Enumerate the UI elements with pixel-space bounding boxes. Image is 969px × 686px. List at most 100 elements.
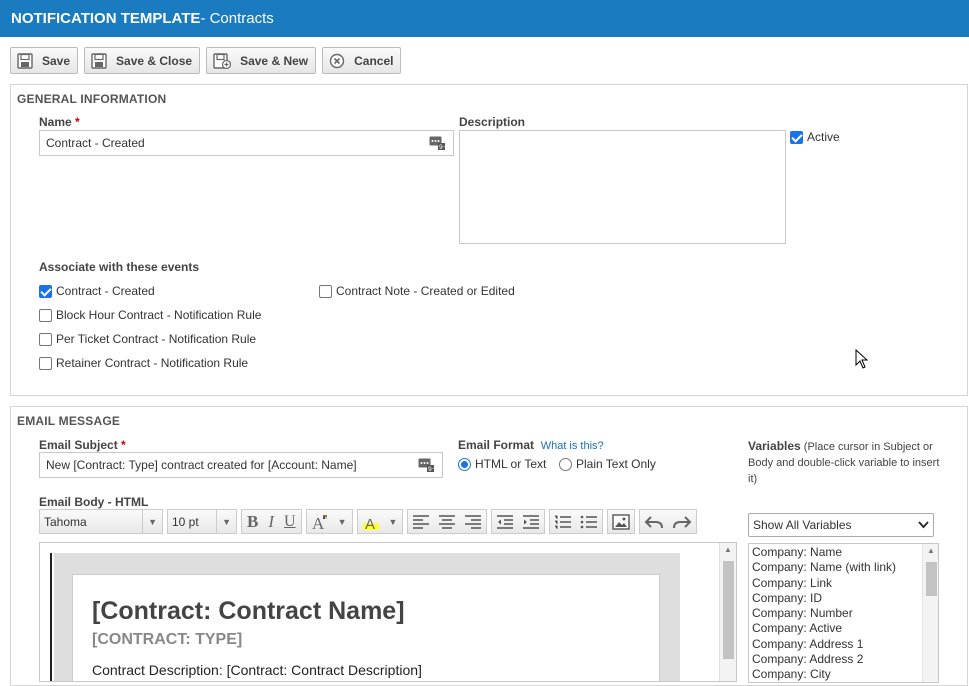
checkbox[interactable] [39, 284, 52, 298]
body-subheading: [CONTRACT: TYPE] [92, 631, 243, 648]
checkbox[interactable] [39, 332, 52, 346]
highlight-icon[interactable]: A [358, 510, 384, 533]
variables-filter-value: Show All Variables [753, 518, 852, 532]
action-toolbar: Save Save & Close Save & New Cancel [10, 47, 402, 74]
active-checkbox[interactable]: Active [790, 130, 840, 144]
chevron-down-icon: ▼ [142, 510, 162, 533]
redo-icon[interactable] [668, 510, 696, 533]
highlight-color-dropdown[interactable]: A ▼ [356, 509, 404, 534]
required-mark: * [121, 438, 126, 452]
description-textarea[interactable] [459, 130, 786, 244]
font-color-icon[interactable]: A [307, 510, 333, 533]
what-is-this-link[interactable]: What is this? [541, 440, 604, 452]
cancel-button[interactable]: Cancel [322, 47, 402, 74]
variable-item[interactable]: Company: ID [749, 591, 938, 606]
name-label: Name * [39, 115, 80, 129]
align-left-icon[interactable] [408, 510, 434, 533]
variables-filter-select[interactable]: Show All Variables [748, 513, 934, 537]
name-input[interactable]: Contract - Created 9+ [39, 130, 454, 156]
editor-content[interactable]: [Contract: Contract Name] [CONTRACT: TYP… [72, 574, 660, 681]
underline-icon[interactable]: U [279, 510, 301, 533]
general-information-section: GENERAL INFORMATION Name * Contract - Cr… [10, 84, 968, 396]
floppy-disk-icon [91, 52, 107, 69]
radio[interactable] [559, 457, 572, 471]
active-label: Active [807, 130, 840, 144]
subject-label-text: Email Subject [39, 438, 118, 452]
variables-label: Variables (Place cursor in Subject or Bo… [748, 438, 948, 487]
variable-picker-icon[interactable]: 9+ [429, 136, 448, 153]
body-heading: [Contract: Contract Name] [92, 597, 405, 625]
variable-item[interactable]: Company: City [749, 667, 938, 682]
format-radio-plain[interactable]: Plain Text Only [559, 457, 656, 471]
bulleted-list-icon[interactable] [576, 510, 602, 533]
active-checkbox-box[interactable] [790, 130, 803, 144]
variables-items: Company: Name Company: Name (with link) … [749, 544, 938, 682]
alignment-group [407, 509, 488, 534]
align-right-icon[interactable] [460, 510, 486, 533]
radio-label: HTML or Text [475, 457, 547, 471]
page-title: NOTIFICATION TEMPLATE [11, 10, 201, 27]
editor-scrollbar[interactable]: ▲ [719, 543, 736, 681]
font-family-dropdown[interactable]: Tahoma ▼ [39, 509, 163, 534]
variable-item[interactable]: Company: Link [749, 576, 938, 591]
numbered-list-icon[interactable] [550, 510, 576, 533]
align-center-icon[interactable] [434, 510, 460, 533]
bold-icon[interactable]: B [242, 510, 263, 533]
scroll-thumb[interactable] [723, 561, 734, 659]
email-body-editor[interactable]: [Contract: Contract Name] [CONTRACT: TYP… [39, 542, 737, 682]
svg-text:9+: 9+ [439, 144, 445, 150]
font-family-value: Tahoma [44, 514, 87, 529]
description-label: Description [459, 115, 526, 129]
variable-item[interactable]: Company: Address 1 [749, 637, 938, 652]
variable-item[interactable]: Company: Address 2 [749, 652, 938, 667]
variable-item[interactable]: Company: Active [749, 621, 938, 636]
variable-item[interactable]: Company: Name (with link) [749, 560, 938, 575]
save-close-button[interactable]: Save & Close [84, 47, 201, 74]
section-title: GENERAL INFORMATION [17, 92, 167, 106]
font-size-dropdown[interactable]: 10 pt ▼ [167, 509, 237, 534]
italic-icon[interactable]: I [263, 510, 279, 533]
radio-label: Plain Text Only [576, 457, 656, 471]
scroll-up-arrow-icon[interactable]: ▲ [927, 546, 935, 555]
undo-icon[interactable] [640, 510, 668, 533]
checkbox[interactable] [319, 284, 332, 298]
scroll-thumb[interactable] [926, 562, 937, 596]
event-checkbox-retainer[interactable]: Retainer Contract - Notification Rule [39, 356, 248, 370]
svg-text:9+: 9+ [428, 466, 434, 472]
image-group [607, 509, 636, 534]
event-checkbox-per-ticket[interactable]: Per Ticket Contract - Notification Rule [39, 332, 256, 346]
insert-image-icon[interactable] [608, 510, 634, 533]
email-body-label: Email Body - HTML [39, 495, 149, 509]
chevron-down-icon [918, 521, 929, 529]
mouse-cursor-icon [855, 348, 869, 372]
format-radio-html[interactable]: HTML or Text [458, 457, 546, 471]
event-checkbox-contract-note[interactable]: Contract Note - Created or Edited [319, 284, 515, 298]
save-label: Save [42, 53, 71, 68]
subject-value: New [Contract: Type] contract created fo… [46, 458, 357, 472]
save-new-button[interactable]: Save & New [206, 47, 317, 74]
indent-icon[interactable] [518, 510, 544, 533]
checkbox[interactable] [39, 356, 52, 370]
save-button[interactable]: Save [10, 47, 79, 74]
checkbox[interactable] [39, 308, 52, 322]
variables-scrollbar[interactable]: ▲ [922, 544, 938, 682]
radio[interactable] [458, 457, 471, 471]
font-color-dropdown[interactable]: A ▼ [305, 509, 353, 534]
event-label: Contract Note - Created or Edited [336, 284, 515, 298]
cancel-circle-icon [329, 53, 345, 69]
title-bar: NOTIFICATION TEMPLATE - Contracts [0, 0, 969, 37]
variable-item[interactable]: Company: Number [749, 606, 938, 621]
indent-group [491, 509, 546, 534]
event-label: Contract - Created [56, 284, 155, 298]
email-subject-input[interactable]: New [Contract: Type] contract created fo… [39, 452, 443, 478]
event-checkbox-block-hour[interactable]: Block Hour Contract - Notification Rule [39, 308, 261, 322]
scroll-up-arrow-icon[interactable]: ▲ [724, 545, 732, 554]
svg-text:A: A [365, 516, 375, 531]
variable-picker-icon[interactable]: 9+ [418, 458, 437, 475]
variable-item[interactable]: Company: Name [749, 545, 938, 560]
outdent-icon[interactable] [492, 510, 518, 533]
email-format-label: Email Format What is this? [458, 438, 604, 452]
event-label: Block Hour Contract - Notification Rule [56, 308, 262, 322]
variables-list[interactable]: Company: Name Company: Name (with link) … [748, 543, 939, 683]
event-checkbox-contract-created[interactable]: Contract - Created [39, 284, 155, 298]
